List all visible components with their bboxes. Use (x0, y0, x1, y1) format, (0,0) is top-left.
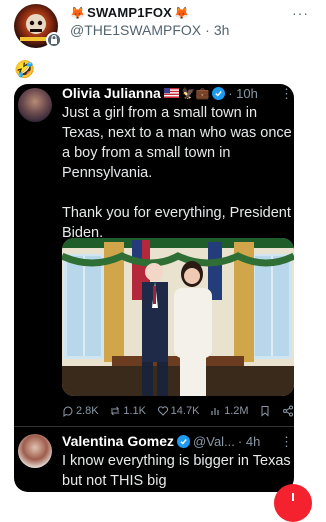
views-count: 1.2M (224, 405, 249, 417)
views-icon (211, 408, 219, 415)
quoted-more-icon: ⋮ (280, 86, 293, 101)
fox-emoji-icon: 🦊 (174, 5, 190, 20)
like-count: 14.7K (170, 405, 200, 417)
quoted-author-name[interactable]: Olivia Julianna (62, 85, 161, 101)
reply-time: · 4h (237, 433, 261, 449)
lock-icon (46, 32, 62, 48)
reply-author-avatar[interactable] (18, 434, 52, 468)
quoted-author-avatar[interactable] (18, 88, 52, 122)
reply-more-icon: ⋮ (280, 434, 293, 449)
views-action[interactable]: 1.2M (210, 405, 249, 417)
reply-action[interactable]: 2.8K (62, 405, 99, 417)
quoted-post-text: Just a girl from a small town in Texas, … (62, 105, 292, 241)
author-handle[interactable]: @THE1SWAMPFOX (70, 22, 201, 38)
more-options-button[interactable]: ··· (292, 5, 309, 21)
quoted-post-photo[interactable] (62, 238, 294, 396)
repost-count: 1.1K (123, 405, 146, 417)
verified-badge-icon (177, 434, 191, 448)
reply-icon (63, 406, 73, 417)
repost-action[interactable]: 1.1K (109, 405, 146, 417)
fox-emoji-icon: 🦊 (70, 5, 86, 20)
reply-author-row: Valentina Gomez @Val... · 4h (62, 433, 260, 449)
reply-text: I know everything is bigger in Texas but… (62, 453, 291, 489)
heart-icon (157, 406, 168, 416)
verified-badge-icon (212, 86, 226, 100)
author-name-text: SWAMP1FOX (87, 5, 173, 20)
reply-author-handle: @Val... (193, 433, 235, 449)
author-display-name[interactable]: 🦊 SWAMP1FOX 🦊 (70, 5, 189, 20)
quoted-post-actions: 2.8K 1.1K 14.7K 1.2M (62, 400, 294, 422)
quoted-screenshot-card[interactable]: Olivia Julianna 🦅💼 · 10h ⋮ Just a girl f… (14, 84, 294, 492)
share-action[interactable] (282, 405, 294, 417)
post-time[interactable]: 3h (214, 22, 230, 38)
bookmark-action[interactable] (259, 405, 271, 417)
compose-button[interactable] (274, 484, 312, 522)
tweet-body-emoji: 🤣 (14, 60, 36, 79)
reply-author-name[interactable]: Valentina Gomez (62, 433, 174, 449)
share-icon (282, 405, 293, 417)
reply-count: 2.8K (76, 405, 99, 417)
bookmark-icon (261, 406, 269, 417)
us-flag-icon (163, 88, 179, 98)
divider (14, 426, 294, 427)
repost-icon (111, 406, 120, 416)
separator-dot: · (205, 22, 210, 38)
badge-emojis: 🦅💼 (181, 87, 210, 100)
author-handle-row: @THE1SWAMPFOX · 3h (70, 22, 229, 38)
like-action[interactable]: 14.7K (157, 405, 200, 417)
quoted-post-time: · 10h (228, 85, 258, 101)
quoted-author-row: Olivia Julianna 🦅💼 · 10h (62, 85, 258, 101)
